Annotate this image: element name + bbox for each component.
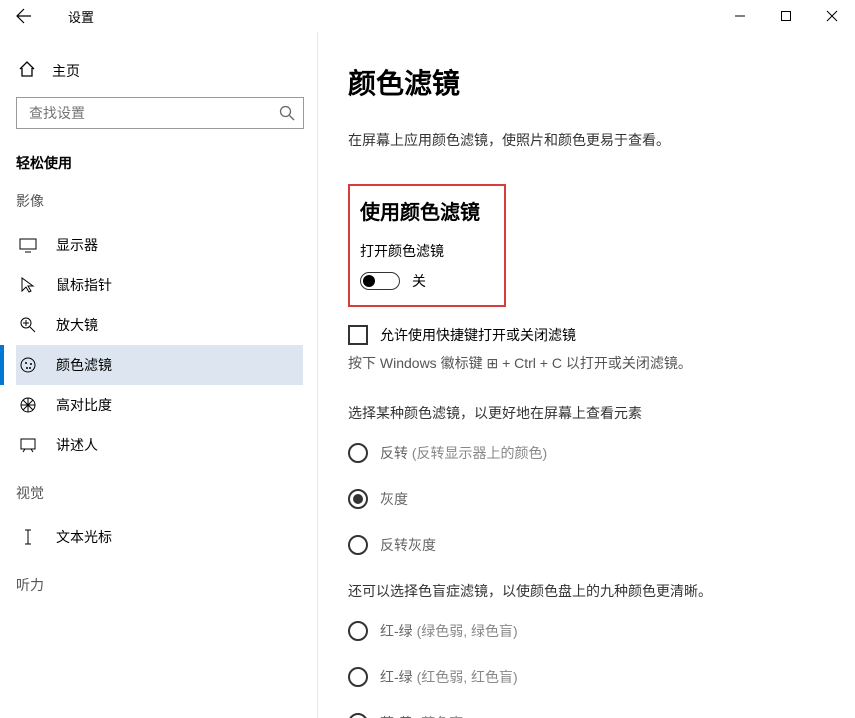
radio-button[interactable] bbox=[348, 621, 368, 641]
radio-button[interactable] bbox=[348, 667, 368, 687]
use-filter-title: 使用颜色滤镜 bbox=[360, 196, 492, 225]
minimize-button[interactable] bbox=[717, 0, 763, 32]
page-title: 颜色滤镜 bbox=[348, 62, 835, 102]
colorblind-desc: 还可以选择色盲症滤镜，以使颜色盘上的九种颜色更清晰。 bbox=[348, 581, 835, 601]
radio-invert-grayscale[interactable]: 反转灰度 bbox=[348, 535, 835, 555]
nav-mouse-pointer[interactable]: 鼠标指针 bbox=[16, 265, 303, 305]
radio-label: 反转 bbox=[380, 445, 408, 461]
radio-button[interactable] bbox=[348, 713, 368, 718]
page-description: 在屏幕上应用颜色滤镜，使照片和颜色更易于查看。 bbox=[348, 130, 835, 150]
highlight-box: 使用颜色滤镜 打开颜色滤镜 关 bbox=[348, 184, 506, 307]
maximize-icon bbox=[781, 11, 791, 21]
nav-label: 高对比度 bbox=[56, 395, 112, 415]
toggle-row: 关 bbox=[360, 271, 492, 291]
radio-paren: (红色弱, 红色盲) bbox=[417, 669, 518, 685]
magnifier-icon bbox=[18, 316, 38, 334]
nav-color-filters[interactable]: 颜色滤镜 bbox=[16, 345, 303, 385]
hotkey-hint: 按下 Windows 徽标键 ⊞ + Ctrl + C 以打开或关闭滤镜。 bbox=[348, 353, 835, 373]
home-icon bbox=[18, 60, 36, 81]
nav-label: 放大镜 bbox=[56, 315, 98, 335]
radio-paren: (反转显示器上的颜色) bbox=[412, 445, 547, 461]
maximize-button[interactable] bbox=[763, 0, 809, 32]
nav-magnifier[interactable]: 放大镜 bbox=[16, 305, 303, 345]
radio-label: 红-绿 bbox=[380, 623, 413, 639]
radio-label: 反转灰度 bbox=[380, 535, 436, 555]
hotkey-checkbox[interactable] bbox=[348, 325, 368, 345]
radio-paren: (绿色弱, 绿色盲) bbox=[417, 623, 518, 639]
radio-button[interactable] bbox=[348, 489, 368, 509]
nav-text-cursor[interactable]: 文本光标 bbox=[16, 517, 303, 557]
nav-label: 显示器 bbox=[56, 235, 98, 255]
home-nav[interactable]: 主页 bbox=[16, 52, 317, 97]
content: 主页 轻松使用 影像 显示器 鼠标指针 放大镜 颜色滤镜 高对比度 bbox=[0, 32, 855, 718]
search-icon bbox=[279, 105, 295, 121]
hotkey-row: 允许使用快捷键打开或关闭滤镜 bbox=[348, 325, 835, 345]
monitor-icon bbox=[18, 236, 38, 254]
contrast-icon bbox=[18, 396, 38, 414]
section-title: 轻松使用 bbox=[16, 153, 317, 173]
back-button[interactable] bbox=[8, 0, 40, 32]
home-label: 主页 bbox=[52, 61, 80, 81]
search-box[interactable] bbox=[16, 97, 304, 129]
nav-narrator[interactable]: 讲述人 bbox=[16, 425, 303, 465]
category-video: 影像 bbox=[16, 191, 317, 211]
color-filter-icon bbox=[18, 356, 38, 374]
color-filter-toggle[interactable] bbox=[360, 272, 400, 290]
radio-label: 灰度 bbox=[380, 489, 408, 509]
category-hearing: 听力 bbox=[16, 575, 317, 595]
nav-label: 文本光标 bbox=[56, 527, 112, 547]
titlebar: 设置 bbox=[0, 0, 855, 32]
radio-cb-blue[interactable]: 蓝-黄 (蓝色盲) bbox=[348, 713, 835, 718]
nav-label: 讲述人 bbox=[56, 435, 98, 455]
nav-label: 颜色滤镜 bbox=[56, 355, 112, 375]
text-cursor-icon bbox=[18, 528, 38, 546]
toggle-state: 关 bbox=[412, 271, 426, 291]
sidebar: 主页 轻松使用 影像 显示器 鼠标指针 放大镜 颜色滤镜 高对比度 bbox=[0, 32, 318, 718]
filter-section-desc: 选择某种颜色滤镜，以更好地在屏幕上查看元素 bbox=[348, 403, 835, 423]
nav-display[interactable]: 显示器 bbox=[16, 225, 303, 265]
search-input[interactable] bbox=[29, 105, 279, 121]
radio-grayscale[interactable]: 灰度 bbox=[348, 489, 835, 509]
close-icon bbox=[827, 11, 837, 21]
toggle-label: 打开颜色滤镜 bbox=[360, 241, 492, 261]
arrow-left-icon bbox=[16, 8, 32, 24]
narrator-icon bbox=[18, 436, 38, 454]
radio-cb-green[interactable]: 红-绿 (绿色弱, 绿色盲) bbox=[348, 621, 835, 641]
radio-cb-red[interactable]: 红-绿 (红色弱, 红色盲) bbox=[348, 667, 835, 687]
window-title: 设置 bbox=[68, 7, 94, 26]
close-button[interactable] bbox=[809, 0, 855, 32]
category-vision: 视觉 bbox=[16, 483, 317, 503]
nav-high-contrast[interactable]: 高对比度 bbox=[16, 385, 303, 425]
radio-button[interactable] bbox=[348, 443, 368, 463]
radio-invert[interactable]: 反转 (反转显示器上的颜色) bbox=[348, 443, 835, 463]
hotkey-checkbox-label: 允许使用快捷键打开或关闭滤镜 bbox=[380, 325, 576, 345]
minimize-icon bbox=[735, 11, 745, 21]
nav-label: 鼠标指针 bbox=[56, 275, 112, 295]
main-panel: 颜色滤镜 在屏幕上应用颜色滤镜，使照片和颜色更易于查看。 使用颜色滤镜 打开颜色… bbox=[318, 32, 855, 718]
radio-label: 红-绿 bbox=[380, 669, 413, 685]
window-controls bbox=[717, 0, 855, 32]
radio-button[interactable] bbox=[348, 535, 368, 555]
cursor-icon bbox=[18, 276, 38, 294]
